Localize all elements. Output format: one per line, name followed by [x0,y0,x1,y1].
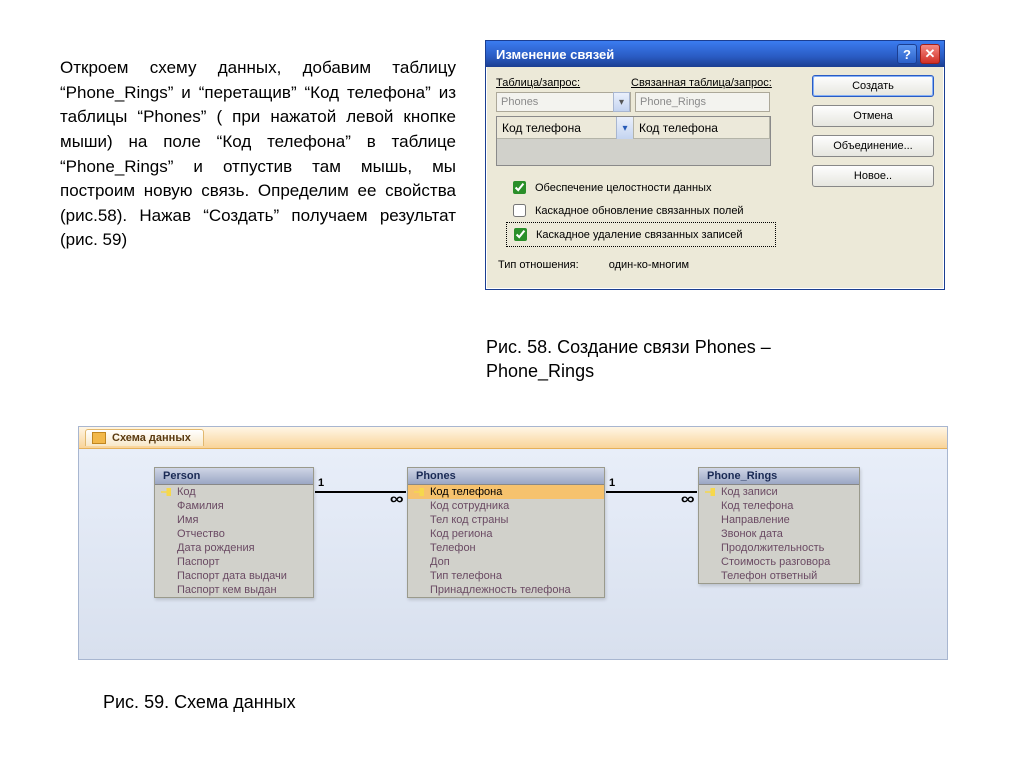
field-row[interactable]: Код телефона [699,499,859,513]
field-row[interactable]: Продолжительность [699,541,859,555]
cancel-button[interactable]: Отмена [812,105,934,127]
chevron-down-icon[interactable]: ▾ [616,117,633,139]
paragraph-explanation: Откроем схему данных, добавим таблицу “P… [60,56,456,253]
cardinality-one: 1 [609,477,615,489]
field-row[interactable]: Отчество [155,527,313,541]
dialog-title: Изменение связей [496,47,894,62]
checkbox-integrity[interactable]: Обеспечение целостности данных [506,176,776,199]
field-row[interactable]: Тип телефона [408,569,604,583]
relationships-tab[interactable]: Схема данных [79,427,947,449]
label-relationship-type: Тип отношения: [498,259,579,271]
field-row[interactable]: Имя [155,513,313,527]
label-related-table: Связанная таблица/запрос: [631,77,791,89]
checkbox-cascade-update[interactable]: Каскадное обновление связанных полей [506,199,776,222]
field-row[interactable]: Код телефона [408,485,604,499]
field-left-cell[interactable]: Код телефона ▾ [497,117,634,139]
caption-figure-59: Рис. 59. Схема данных [103,692,296,713]
field-row[interactable]: Дата рождения [155,541,313,555]
caption-figure-58: Рис. 58. Создание связи Phones – Phone_R… [486,335,866,384]
field-row[interactable]: Телефон ответный [699,569,859,583]
field-row[interactable]: Звонок дата [699,527,859,541]
checkbox-cascade-delete[interactable]: Каскадное удаление связанных записей [506,222,776,247]
combo-left-table[interactable]: Phones ▾ [496,92,631,112]
field-row[interactable]: Фамилия [155,499,313,513]
field-row[interactable]: Код региона [408,527,604,541]
table-phone-rings[interactable]: Phone_Rings Код записи Код телефона Напр… [698,467,860,584]
relationships-window: Схема данных Person Код Фамилия Имя Отче… [78,426,948,660]
help-icon[interactable]: ? [897,44,917,64]
field-mapping-grid: Код телефона ▾ Код телефона [496,116,771,166]
field-row[interactable]: Телефон [408,541,604,555]
field-row[interactable]: Код [155,485,313,499]
cardinality-one: 1 [318,477,324,489]
label-table-query: Таблица/запрос: [496,77,631,89]
field-row[interactable]: Код записи [699,485,859,499]
table-phones[interactable]: Phones Код телефона Код сотрудника Тел к… [407,467,605,598]
new-button[interactable]: Новое.. [812,165,934,187]
field-row[interactable]: Паспорт [155,555,313,569]
create-button[interactable]: Создать [812,75,934,97]
field-row[interactable]: Стоимость разговора [699,555,859,569]
chevron-down-icon[interactable]: ▾ [613,92,630,112]
field-row[interactable]: Паспорт кем выдан [155,583,313,597]
cardinality-many: ∞ [390,491,404,509]
field-row[interactable]: Принадлежность телефона [408,583,604,597]
field-right-cell[interactable]: Код телефона [634,117,770,139]
field-row[interactable]: Паспорт дата выдачи [155,569,313,583]
close-icon[interactable]: ✕ [920,44,940,64]
join-type-button[interactable]: Объединение... [812,135,934,157]
relationships-icon [92,432,106,444]
field-row[interactable]: Доп [408,555,604,569]
edit-relationships-dialog: Изменение связей ? ✕ Таблица/запрос: Свя… [485,40,945,290]
combo-right-table[interactable]: Phone_Rings [635,92,770,112]
cardinality-many: ∞ [681,491,695,509]
field-row[interactable]: Код сотрудника [408,499,604,513]
schema-canvas[interactable]: Person Код Фамилия Имя Отчество Дата рож… [79,449,947,659]
field-row[interactable]: Тел код страны [408,513,604,527]
dialog-titlebar[interactable]: Изменение связей ? ✕ [486,41,944,67]
value-relationship-type: один-ко-многим [609,259,689,271]
table-person[interactable]: Person Код Фамилия Имя Отчество Дата рож… [154,467,314,598]
field-row[interactable]: Направление [699,513,859,527]
